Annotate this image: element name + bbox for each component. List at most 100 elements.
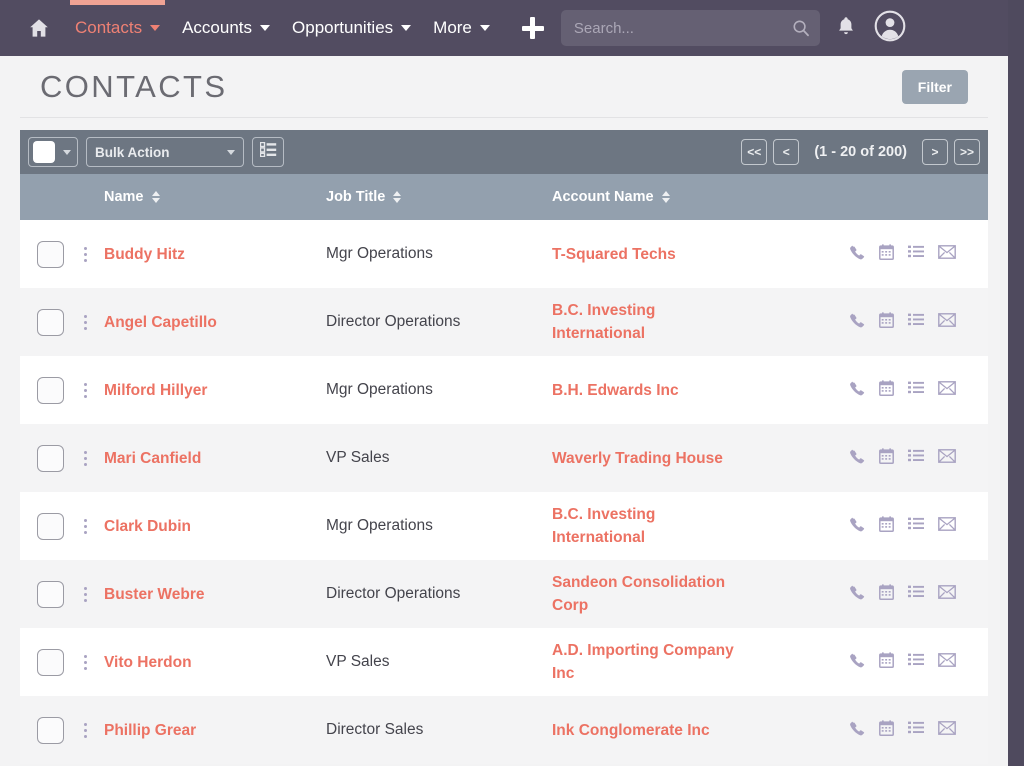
row-menu-icon[interactable]	[66, 655, 104, 670]
envelope-icon[interactable]	[938, 245, 956, 264]
table-row: Buddy HitzMgr OperationsT-Squared Techs	[20, 220, 988, 288]
row-menu-icon[interactable]	[66, 451, 104, 466]
list-icon[interactable]	[908, 721, 924, 739]
account-name-link[interactable]: Sandeon Consolidation Corp	[552, 571, 747, 617]
search-input[interactable]	[561, 10, 820, 46]
pagination-first-button[interactable]: <<	[741, 139, 767, 165]
row-menu-icon[interactable]	[66, 383, 104, 398]
phone-icon[interactable]	[849, 448, 865, 469]
calendar-icon[interactable]	[879, 448, 894, 469]
sort-arrows-icon[interactable]	[152, 191, 160, 203]
row-checkbox[interactable]	[37, 513, 64, 540]
phone-icon[interactable]	[849, 652, 865, 673]
row-checkbox[interactable]	[37, 241, 64, 268]
pagination-prev-button[interactable]: <	[773, 139, 799, 165]
bulk-action-dropdown[interactable]: Bulk Action	[86, 137, 244, 167]
filter-button[interactable]: Filter	[902, 70, 968, 104]
select-all-checkbox[interactable]	[33, 141, 55, 163]
list-icon[interactable]	[908, 245, 924, 263]
calendar-icon[interactable]	[879, 652, 894, 673]
envelope-icon[interactable]	[938, 449, 956, 468]
sort-arrows-icon[interactable]	[393, 191, 401, 203]
nav-item-opportunities[interactable]: Opportunities	[281, 0, 422, 56]
envelope-icon[interactable]	[938, 313, 956, 332]
nav-home-button[interactable]	[12, 0, 64, 56]
contact-name-link[interactable]: Clark Dubin	[104, 515, 326, 538]
calendar-icon[interactable]	[879, 244, 894, 265]
top-navbar: Contacts Accounts Opportunities More	[0, 0, 1008, 56]
contact-name-link[interactable]: Buddy Hitz	[104, 243, 326, 266]
row-checkbox[interactable]	[37, 581, 64, 608]
contact-name-link[interactable]: Angel Capetillo	[104, 311, 326, 334]
cell-account-name: Waverly Trading House	[552, 424, 827, 492]
table-row: Vito HerdonVP SalesA.D. Importing Compan…	[20, 628, 988, 696]
phone-icon[interactable]	[849, 244, 865, 265]
account-name-link[interactable]: B.C. Investing International	[552, 503, 747, 549]
home-icon	[28, 17, 50, 39]
pagination-last-button[interactable]: >>	[954, 139, 980, 165]
phone-icon[interactable]	[849, 584, 865, 605]
list-icon[interactable]	[908, 313, 924, 331]
list-icon[interactable]	[908, 449, 924, 467]
envelope-icon[interactable]	[938, 517, 956, 536]
list-icon[interactable]	[908, 381, 924, 399]
account-name-link[interactable]: Ink Conglomerate Inc	[552, 719, 747, 742]
account-name-link[interactable]: A.D. Importing Company Inc	[552, 639, 747, 685]
contact-name-link[interactable]: Mari Canfield	[104, 447, 326, 470]
calendar-icon[interactable]	[879, 380, 894, 401]
sort-arrows-icon[interactable]	[662, 191, 670, 203]
contact-name-link[interactable]: Phillip Grear	[104, 719, 326, 742]
page-scrollbar[interactable]	[1008, 0, 1024, 766]
row-checkbox[interactable]	[37, 717, 64, 744]
phone-icon[interactable]	[849, 380, 865, 401]
row-menu-icon[interactable]	[66, 247, 104, 262]
column-header-job-title[interactable]: Job Title	[326, 174, 552, 220]
user-avatar-button[interactable]	[866, 0, 914, 56]
nav-item-more[interactable]: More	[422, 0, 501, 56]
table-row: Milford HillyerMgr OperationsB.H. Edward…	[20, 356, 988, 424]
account-name-link[interactable]: T-Squared Techs	[552, 243, 747, 266]
row-checkbox-cell	[20, 560, 66, 628]
calendar-icon[interactable]	[879, 584, 894, 605]
calendar-icon[interactable]	[879, 720, 894, 741]
envelope-icon[interactable]	[938, 653, 956, 672]
list-icon[interactable]	[908, 653, 924, 671]
column-header-account-name[interactable]: Account Name	[552, 174, 827, 220]
row-menu-icon[interactable]	[66, 723, 104, 738]
row-checkbox[interactable]	[37, 649, 64, 676]
list-icon[interactable]	[908, 517, 924, 535]
create-new-button[interactable]	[515, 0, 551, 56]
select-all-dropdown[interactable]	[28, 137, 78, 167]
contact-name-link[interactable]: Buster Webre	[104, 583, 326, 606]
phone-icon[interactable]	[849, 720, 865, 741]
account-name-link[interactable]: B.C. Investing International	[552, 299, 747, 345]
search-box[interactable]	[561, 10, 820, 46]
calendar-icon[interactable]	[879, 516, 894, 537]
app-root: Contacts Accounts Opportunities More	[0, 0, 1024, 766]
row-checkbox[interactable]	[37, 377, 64, 404]
column-chooser-button[interactable]	[252, 137, 284, 167]
account-name-link[interactable]: Waverly Trading House	[552, 447, 747, 470]
nav-item-contacts[interactable]: Contacts	[64, 0, 171, 56]
row-checkbox[interactable]	[37, 445, 64, 472]
list-icon[interactable]	[908, 585, 924, 603]
pagination-next-button[interactable]: >	[922, 139, 948, 165]
row-menu-icon[interactable]	[66, 587, 104, 602]
envelope-icon[interactable]	[938, 721, 956, 740]
account-name-link[interactable]: B.H. Edwards Inc	[552, 379, 747, 402]
nav-item-accounts[interactable]: Accounts	[171, 0, 281, 56]
phone-icon[interactable]	[849, 516, 865, 537]
contact-name-link[interactable]: Vito Herdon	[104, 651, 326, 674]
chevron-down-icon	[401, 25, 411, 31]
column-header-name[interactable]: Name	[104, 174, 326, 220]
calendar-icon[interactable]	[879, 312, 894, 333]
contact-name-link[interactable]: Milford Hillyer	[104, 379, 326, 402]
phone-icon[interactable]	[849, 312, 865, 333]
row-menu-icon[interactable]	[66, 315, 104, 330]
chevron-down-icon	[227, 150, 235, 155]
notifications-button[interactable]	[826, 0, 866, 56]
envelope-icon[interactable]	[938, 381, 956, 400]
row-checkbox[interactable]	[37, 309, 64, 336]
row-menu-icon[interactable]	[66, 519, 104, 534]
envelope-icon[interactable]	[938, 585, 956, 604]
